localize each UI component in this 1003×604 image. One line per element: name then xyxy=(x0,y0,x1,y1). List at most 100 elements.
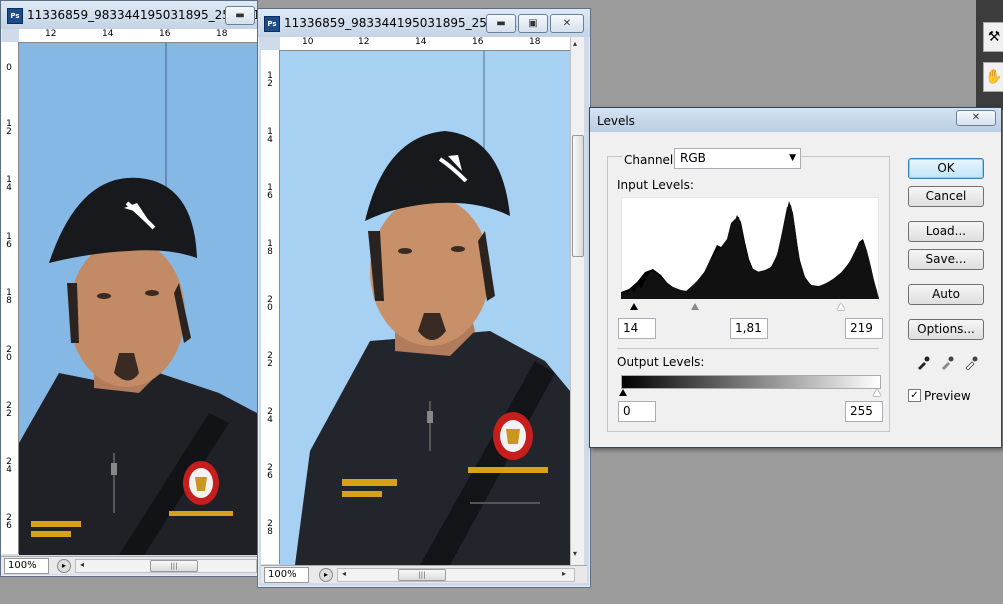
input-gamma-slider[interactable] xyxy=(691,303,699,310)
photoshop-icon: Ps xyxy=(264,16,280,32)
doc1-status-menu-icon[interactable]: ▸ xyxy=(57,559,71,573)
ruler-label: 1 8 xyxy=(6,288,12,306)
channel-select[interactable]: RGB ▼ xyxy=(674,148,801,169)
scroll-left-icon[interactable]: ◂ xyxy=(342,569,346,578)
output-levels-label: Output Levels: xyxy=(617,355,705,369)
ruler-label: 1 8 xyxy=(267,239,273,257)
channel-select-value: RGB xyxy=(680,151,706,165)
scroll-down-icon[interactable]: ▾ xyxy=(573,549,577,558)
preview-label[interactable]: Preview xyxy=(924,389,971,403)
ruler-label: 1 2 xyxy=(6,119,12,137)
chevron-down-icon: ▼ xyxy=(789,153,796,163)
ruler-label: 2 4 xyxy=(267,407,273,425)
scroll-right-icon[interactable]: ▸ xyxy=(562,569,566,578)
ruler-label: 2 8 xyxy=(267,519,273,537)
output-white-value: 255 xyxy=(850,404,873,418)
doc1-titlebar[interactable]: Ps 11336859_983344195031895_250361... ▬ xyxy=(1,1,272,29)
input-black-slider[interactable] xyxy=(630,303,638,310)
doc2-titlebar[interactable]: Ps 11336859_983344195031895_250361... ▬ … xyxy=(258,9,590,37)
ruler-label: 1 4 xyxy=(6,175,12,193)
ruler-label: 2 2 xyxy=(267,351,273,369)
ruler-label: 12 xyxy=(45,29,57,39)
input-levels-label: Input Levels: xyxy=(617,178,694,192)
ruler-label: 0 xyxy=(6,63,12,73)
doc1-scroll-thumb[interactable]: ||| xyxy=(150,560,198,572)
output-black-field[interactable]: 0 xyxy=(618,401,656,422)
ruler-label: 1 4 xyxy=(267,127,273,145)
doc1-zoom-field[interactable]: 100% xyxy=(4,558,49,574)
histogram xyxy=(621,197,879,299)
doc2-maximize-button[interactable]: ▣ xyxy=(518,14,548,33)
ruler-label: 2 6 xyxy=(6,513,12,531)
doc2-minimize-button[interactable]: ▬ xyxy=(486,14,516,33)
levels-title: Levels xyxy=(597,114,635,128)
input-black-field[interactable]: 14 xyxy=(618,318,656,339)
doc2-horizontal-scrollbar[interactable]: ◂ ||| ▸ xyxy=(337,568,575,582)
document-window-1[interactable]: Ps 11336859_983344195031895_250361... ▬ … xyxy=(0,0,272,577)
ruler-label: 18 xyxy=(529,37,541,47)
cancel-button[interactable]: Cancel xyxy=(908,186,984,207)
ruler-label: 16 xyxy=(472,37,484,47)
doc2-ruler-vertical: 1 2 1 4 1 6 1 8 2 0 2 2 2 4 2 6 2 8 xyxy=(261,50,280,564)
input-white-field[interactable]: 219 xyxy=(845,318,883,339)
ruler-label: 1 6 xyxy=(6,232,12,250)
doc2-close-button[interactable]: ✕ xyxy=(550,14,584,33)
output-black-value: 0 xyxy=(623,404,631,418)
levels-titlebar[interactable]: Levels ✕ xyxy=(590,108,1001,132)
input-slider-track[interactable] xyxy=(621,299,879,311)
input-white-value: 219 xyxy=(850,321,873,335)
ruler-label: 2 2 xyxy=(6,401,12,419)
brush-tool-icon[interactable]: ⚒ xyxy=(983,22,1003,52)
ruler-label: 2 0 xyxy=(267,295,273,313)
document-window-2[interactable]: Ps 11336859_983344195031895_250361... ▬ … xyxy=(257,8,591,588)
black-point-eyedropper-icon[interactable] xyxy=(916,356,930,370)
preview-checkbox[interactable]: ✓ xyxy=(908,389,921,402)
doc2-status-bar: 100% ▸ ◂ ||| ▸ xyxy=(261,565,587,583)
doc2-photo-canvas[interactable] xyxy=(280,51,570,565)
output-slider-track[interactable] xyxy=(619,387,881,397)
load-button[interactable]: Load... xyxy=(908,221,984,242)
levels-dialog[interactable]: Levels ✕ Channel: RGB ▼ Input Levels: 14… xyxy=(589,107,1002,448)
input-gamma-value: 1,81 xyxy=(735,321,762,335)
output-white-field[interactable]: 255 xyxy=(845,401,883,422)
levels-close-button[interactable]: ✕ xyxy=(956,110,996,126)
save-button[interactable]: Save... xyxy=(908,249,984,270)
hand-tool-icon[interactable]: ✋ xyxy=(983,62,1003,92)
tool-panel-edge: ⚒ ✋ xyxy=(976,0,1003,110)
input-black-value: 14 xyxy=(623,321,639,335)
doc2-zoom-field[interactable]: 100% xyxy=(264,567,309,583)
gray-point-eyedropper-icon[interactable] xyxy=(940,356,954,370)
input-gamma-field[interactable]: 1,81 xyxy=(730,318,768,339)
options-button[interactable]: Options... xyxy=(908,319,984,340)
ok-button[interactable]: OK xyxy=(908,158,984,179)
ruler-label: 1 2 xyxy=(267,71,273,89)
doc1-minimize-button[interactable]: ▬ xyxy=(225,6,255,25)
ruler-label: 2 0 xyxy=(6,345,12,363)
auto-button[interactable]: Auto xyxy=(908,284,984,305)
ruler-label: 12 xyxy=(358,37,370,47)
output-white-slider[interactable] xyxy=(873,389,881,396)
output-black-slider[interactable] xyxy=(619,389,627,396)
ruler-label: 1 6 xyxy=(267,183,273,201)
doc2-vertical-scroll-thumb[interactable] xyxy=(572,135,584,257)
doc2-vertical-scrollbar[interactable]: ▴ ▾ xyxy=(570,37,584,565)
ruler-label: 16 xyxy=(159,29,171,39)
channel-label: Channel: xyxy=(622,153,680,167)
doc2-status-menu-icon[interactable]: ▸ xyxy=(319,568,333,582)
doc1-status-bar: 100% ▸ ◂ ||| xyxy=(1,556,257,574)
scroll-up-icon[interactable]: ▴ xyxy=(573,39,577,48)
scroll-left-icon[interactable]: ◂ xyxy=(80,560,84,569)
photoshop-icon: Ps xyxy=(7,8,23,24)
doc1-horizontal-scrollbar[interactable]: ◂ ||| xyxy=(75,559,257,573)
divider xyxy=(617,348,879,349)
white-point-eyedropper-icon[interactable] xyxy=(964,356,978,370)
doc2-ruler-horizontal: 10 12 14 16 18 xyxy=(280,37,570,51)
ruler-label: 2 6 xyxy=(267,463,273,481)
doc1-photo-canvas[interactable] xyxy=(19,43,257,555)
input-white-slider[interactable] xyxy=(837,303,845,310)
doc2-scroll-thumb[interactable]: ||| xyxy=(398,569,446,581)
doc1-ruler-horizontal: 12 14 16 18 xyxy=(19,29,257,43)
ruler-label: 18 xyxy=(216,29,228,39)
doc1-ruler-vertical: 0 1 2 1 4 1 6 1 8 2 0 2 2 2 4 2 6 xyxy=(1,42,19,554)
ruler-label: 2 4 xyxy=(6,457,12,475)
